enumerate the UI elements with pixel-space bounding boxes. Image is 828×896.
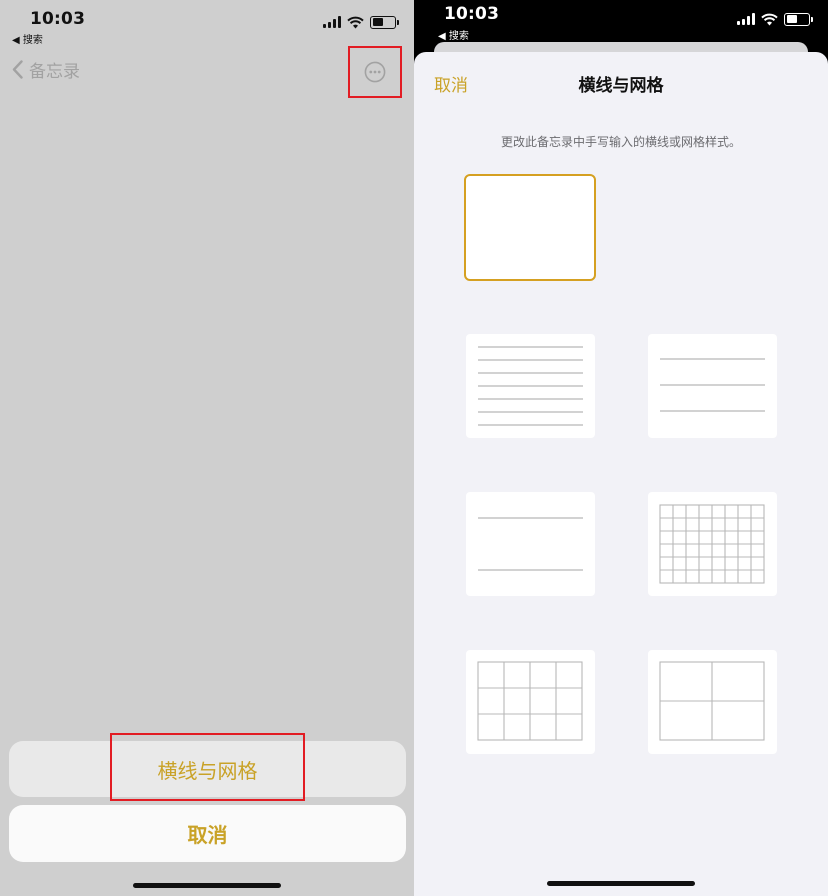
- battery-icon: [370, 15, 399, 29]
- modal-description: 更改此备忘录中手写输入的横线或网格样式。: [500, 135, 741, 149]
- medium-grid-pattern: [477, 661, 583, 741]
- nav-bar: 备忘录: [0, 46, 414, 98]
- large-lines-pattern: [478, 517, 583, 571]
- back-to-search-link[interactable]: ◀ 搜索: [438, 27, 469, 42]
- signal-icon: [323, 16, 341, 28]
- option-large-lines[interactable]: [466, 492, 595, 596]
- cancel-action-label: 取消: [187, 823, 228, 847]
- small-lines-pattern: [478, 346, 583, 426]
- wifi-icon: [347, 16, 364, 28]
- status-bar: 10:03 ◀ 搜索: [0, 0, 414, 46]
- option-large-grid[interactable]: [648, 650, 777, 754]
- status-time: 10:03: [30, 9, 86, 29]
- signal-icon: [737, 13, 755, 25]
- option-small-lines[interactable]: [466, 334, 595, 438]
- status-icons: [737, 11, 813, 27]
- wifi-icon: [761, 13, 778, 25]
- option-medium-lines[interactable]: [648, 334, 777, 438]
- home-indicator: [547, 881, 695, 886]
- modal-title: 横线与网格: [578, 76, 664, 96]
- modal-cancel-button[interactable]: 取消: [434, 71, 468, 96]
- battery-icon: [784, 12, 813, 26]
- medium-lines-pattern: [660, 358, 765, 412]
- option-medium-grid[interactable]: [466, 650, 595, 754]
- large-grid-pattern: [659, 661, 765, 741]
- more-ellipsis-icon: [364, 61, 386, 83]
- status-time: 10:03: [444, 4, 500, 24]
- back-button[interactable]: 备忘录: [12, 57, 80, 82]
- status-bar: 10:03 ◀ 搜索: [414, 0, 828, 46]
- annotation-highlight-box: [110, 733, 305, 801]
- left-screen: 10:03 ◀ 搜索 备忘录 横线与网格 取消: [0, 0, 414, 896]
- back-label: 备忘录: [29, 62, 80, 82]
- cancel-action-button[interactable]: 取消: [9, 805, 406, 862]
- option-blank[interactable]: [464, 174, 596, 281]
- more-button[interactable]: [348, 46, 402, 98]
- home-indicator: [133, 883, 281, 888]
- chevron-left-icon: [12, 60, 23, 79]
- right-screen: 10:03 ◀ 搜索 横线与网格 取消 更改此备忘录中手写输入的横线或网格样式。: [414, 0, 828, 896]
- status-icons: [323, 14, 399, 30]
- lines-grids-modal: 横线与网格 取消 更改此备忘录中手写输入的横线或网格样式。: [414, 52, 828, 896]
- option-small-grid[interactable]: [648, 492, 777, 596]
- small-grid-pattern: [659, 504, 765, 584]
- back-to-search-link[interactable]: ◀ 搜索: [12, 31, 43, 46]
